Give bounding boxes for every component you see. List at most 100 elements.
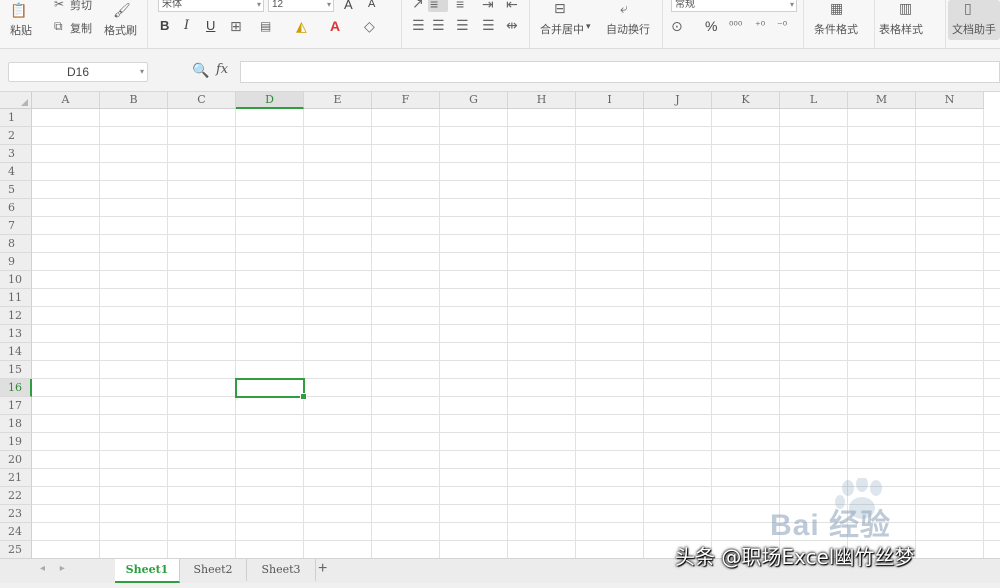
- justify-icon[interactable]: ☰: [482, 17, 495, 33]
- name-box[interactable]: D16 ▾: [8, 62, 148, 82]
- row-header-11[interactable]: 11: [0, 289, 32, 307]
- grow-font-button[interactable]: A: [344, 0, 353, 12]
- merge-icon[interactable]: ⊟: [554, 0, 566, 16]
- row-header-10[interactable]: 10: [0, 271, 32, 289]
- row-header-7[interactable]: 7: [0, 217, 32, 235]
- tab-nav-arrows-icon[interactable]: ◂ ▸: [40, 563, 71, 574]
- copy-button[interactable]: 复制: [70, 20, 92, 36]
- cut-icon[interactable]: ✂: [54, 0, 64, 12]
- row-header-25[interactable]: 25: [0, 541, 32, 559]
- orientation-icon[interactable]: ↗: [412, 0, 424, 11]
- shrink-font-button[interactable]: A: [368, 0, 375, 10]
- row-header-23[interactable]: 23: [0, 505, 32, 523]
- indent-icon[interactable]: ⇥: [482, 0, 494, 12]
- font-size-select[interactable]: 12 ▾: [268, 0, 334, 12]
- align-middle-icon[interactable]: ≡: [430, 0, 438, 12]
- thousands-icon[interactable]: ⁰⁰⁰: [729, 18, 742, 34]
- row-header-21[interactable]: 21: [0, 469, 32, 487]
- align-left-icon[interactable]: ☰: [412, 17, 425, 33]
- row-header-8[interactable]: 8: [0, 235, 32, 253]
- column-header-d[interactable]: D: [236, 92, 304, 109]
- align-right-icon[interactable]: ☰: [456, 17, 469, 33]
- copy-icon[interactable]: ⧉: [54, 18, 63, 34]
- conditional-format-group: ▦ 条件格式: [804, 0, 875, 48]
- table-style-button[interactable]: 表格样式: [879, 21, 923, 37]
- align-center-icon[interactable]: ☰: [432, 17, 445, 33]
- column-header-e[interactable]: E: [304, 92, 372, 109]
- fill-handle[interactable]: [300, 393, 307, 400]
- formula-input[interactable]: [240, 61, 1000, 83]
- column-header-g[interactable]: G: [440, 92, 508, 109]
- column-header-l[interactable]: L: [780, 92, 848, 109]
- column-header-j[interactable]: J: [644, 92, 712, 109]
- currency-icon[interactable]: ⊙: [671, 18, 683, 34]
- column-header-f[interactable]: F: [372, 92, 440, 109]
- select-all-button[interactable]: [0, 92, 32, 109]
- row-header-3[interactable]: 3: [0, 145, 32, 163]
- row-header-2[interactable]: 2: [0, 127, 32, 145]
- column-header-a[interactable]: A: [32, 92, 100, 109]
- column-header-h[interactable]: H: [508, 92, 576, 109]
- row-header-19[interactable]: 19: [0, 433, 32, 451]
- merge-center-button[interactable]: 合并居中: [540, 21, 584, 37]
- column-header-c[interactable]: C: [168, 92, 236, 109]
- wrap-text-icon[interactable]: ⤶: [620, 0, 628, 16]
- row-header-16[interactable]: 16: [0, 379, 32, 397]
- insert-function-button[interactable]: fx: [216, 62, 228, 77]
- row-header-9[interactable]: 9: [0, 253, 32, 271]
- wrap-text-button[interactable]: 自动换行: [606, 21, 650, 37]
- format-painter-button[interactable]: 格式刷: [104, 22, 137, 38]
- add-sheet-button[interactable]: +: [318, 560, 327, 578]
- paste-icon[interactable]: 📋: [10, 2, 27, 18]
- cell-style-icon[interactable]: ▤: [260, 18, 271, 34]
- conditional-format-button[interactable]: 条件格式: [814, 21, 858, 37]
- row-header-6[interactable]: 6: [0, 199, 32, 217]
- conditional-format-icon[interactable]: ▦: [830, 0, 843, 16]
- clear-format-icon[interactable]: ◇: [364, 18, 375, 34]
- distribute-icon[interactable]: ⇹: [506, 17, 518, 33]
- chevron-down-icon[interactable]: ▾: [586, 21, 591, 32]
- row-header-17[interactable]: 17: [0, 397, 32, 415]
- font-name-select[interactable]: 宋体 ▾: [158, 0, 264, 12]
- row-header-24[interactable]: 24: [0, 523, 32, 541]
- format-painter-icon[interactable]: 🖌: [113, 2, 131, 18]
- increase-decimal-icon[interactable]: ⁺⁰: [755, 18, 765, 34]
- tab-sheet1[interactable]: Sheet1: [115, 559, 180, 583]
- row-header-20[interactable]: 20: [0, 451, 32, 469]
- tab-sheet2[interactable]: Sheet2: [180, 559, 247, 581]
- row-header-14[interactable]: 14: [0, 343, 32, 361]
- number-format-select[interactable]: 常规 ▾: [671, 0, 797, 12]
- author-credit: 头条 @职场Excel幽竹丝梦: [675, 545, 915, 569]
- row-header-18[interactable]: 18: [0, 415, 32, 433]
- row-header-5[interactable]: 5: [0, 181, 32, 199]
- percent-button[interactable]: %: [705, 18, 717, 34]
- paste-button[interactable]: 粘贴: [10, 22, 32, 38]
- bold-button[interactable]: B: [160, 18, 169, 33]
- row-header-15[interactable]: 15: [0, 361, 32, 379]
- column-header-i[interactable]: I: [576, 92, 644, 109]
- italic-button[interactable]: I: [184, 18, 189, 33]
- number-group: 常规 ▾ ⊙ % ⁰⁰⁰ ⁺⁰ ⁻⁰: [663, 0, 804, 48]
- column-header-b[interactable]: B: [100, 92, 168, 109]
- row-header-4[interactable]: 4: [0, 163, 32, 181]
- row-header-13[interactable]: 13: [0, 325, 32, 343]
- decrease-decimal-icon[interactable]: ⁻⁰: [777, 18, 787, 34]
- column-header-n[interactable]: N: [916, 92, 984, 109]
- row-header-22[interactable]: 22: [0, 487, 32, 505]
- zoom-search-icon[interactable]: 🔍: [192, 62, 209, 79]
- underline-button[interactable]: U: [206, 18, 215, 33]
- cut-button[interactable]: 剪切: [70, 0, 92, 13]
- table-style-icon[interactable]: ▥: [899, 0, 912, 16]
- column-header-m[interactable]: M: [848, 92, 916, 109]
- row-header-1[interactable]: 1: [0, 109, 32, 127]
- fill-color-icon[interactable]: ◭: [296, 18, 307, 34]
- borders-icon[interactable]: ⊞: [230, 18, 242, 34]
- outdent-icon[interactable]: ⇤: [506, 0, 518, 12]
- font-color-icon[interactable]: A: [330, 18, 340, 34]
- row-header-12[interactable]: 12: [0, 307, 32, 325]
- align-bottom-icon[interactable]: ≡: [456, 0, 464, 12]
- column-header-k[interactable]: K: [712, 92, 780, 109]
- tab-sheet3[interactable]: Sheet3: [247, 559, 316, 581]
- docs-assist-button[interactable]: ▯ 文档助手: [948, 0, 1000, 40]
- active-cell-d16[interactable]: [235, 378, 307, 400]
